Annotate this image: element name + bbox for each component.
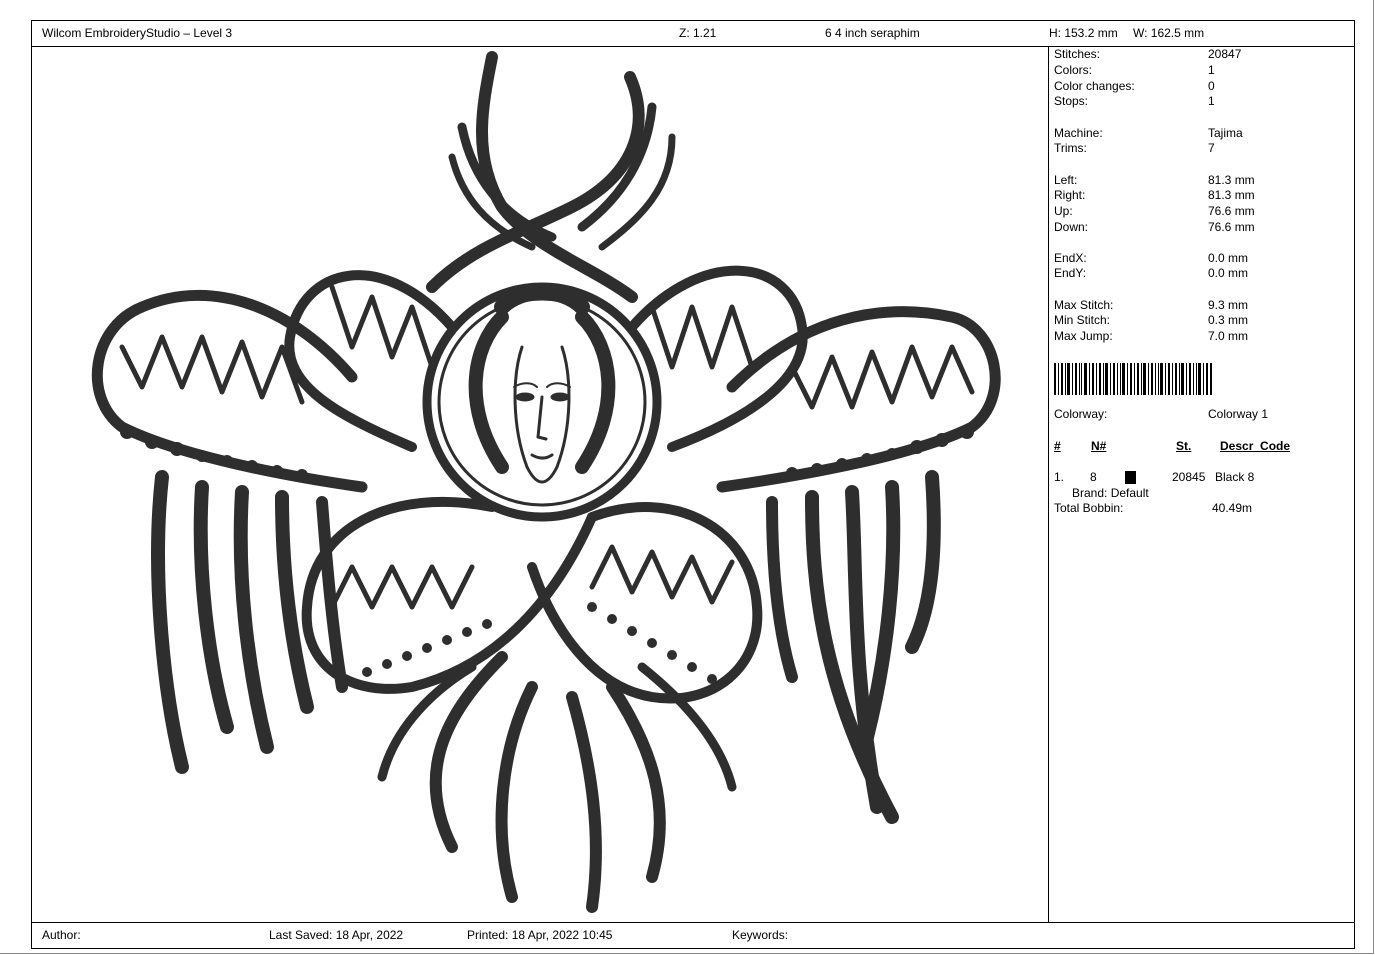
app-title: Wilcom EmbroideryStudio – Level 3 [42, 26, 233, 40]
color-table-header-needle: N# [1091, 439, 1107, 453]
author-label: Author: [42, 928, 81, 942]
stat-value-color-changes: 0 [1208, 79, 1215, 93]
stat-label-colors: Colors: [1054, 63, 1093, 77]
keywords-label: Keywords: [732, 928, 789, 942]
stat-label-max-jump: Max Jump: [1054, 329, 1113, 343]
stat-value-endx: 0.0 mm [1208, 251, 1249, 265]
stat-value-colors: 1 [1208, 63, 1215, 77]
color-table-header-index: # [1054, 439, 1061, 453]
last-saved: Last Saved: 18 Apr, 2022 [269, 928, 404, 942]
stat-label-left: Left: [1054, 173, 1078, 187]
worksheet: Wilcom EmbroideryStudio – Level 3 Z: 1.2… [31, 20, 1355, 949]
stat-label-trims: Trims: [1054, 141, 1087, 155]
stat-value-stops: 1 [1208, 94, 1215, 108]
total-bobbin-label: Total Bobbin: [1054, 501, 1124, 515]
color-row-description: Black 8 [1215, 470, 1255, 484]
design-info-panel: Stitches: 20847 Colors: 1 Color changes:… [1049, 47, 1354, 923]
stat-label-color-changes: Color changes: [1054, 79, 1135, 93]
color-table-header-description: Descr_Code [1220, 439, 1291, 453]
stat-label-down: Down: [1054, 220, 1089, 234]
stat-label-right: Right: [1054, 188, 1086, 202]
total-bobbin-value: 40.49m [1212, 501, 1253, 515]
color-row-brand: Brand: Default [1072, 486, 1149, 500]
stat-value-stitches: 20847 [1208, 47, 1242, 61]
zoom-level: Z: 1.21 [679, 26, 717, 40]
design-width: W: 162.5 mm [1133, 26, 1205, 40]
stat-value-trims: 7 [1208, 141, 1215, 155]
design-preview [32, 47, 1049, 923]
colorway-label: Colorway: [1054, 407, 1108, 421]
stat-value-up: 76.6 mm [1208, 204, 1255, 218]
stat-value-max-stitch: 9.3 mm [1208, 298, 1249, 312]
color-table-header-stitches: St. [1176, 439, 1192, 453]
stat-value-left: 81.3 mm [1208, 173, 1255, 187]
stat-value-max-jump: 7.0 mm [1208, 329, 1249, 343]
stat-label-stops: Stops: [1054, 94, 1089, 108]
stat-value-min-stitch: 0.3 mm [1208, 313, 1249, 327]
worksheet-header: Wilcom EmbroideryStudio – Level 3 Z: 1.2… [32, 21, 1354, 47]
stat-value-down: 76.6 mm [1208, 220, 1255, 234]
color-swatch [1125, 471, 1136, 484]
colorway-value: Colorway 1 [1208, 407, 1269, 421]
stat-label-endy: EndY: [1054, 266, 1087, 280]
stat-label-up: Up: [1054, 204, 1073, 218]
stat-label-machine: Machine: [1054, 126, 1103, 140]
stat-value-machine: Tajima [1208, 126, 1243, 140]
color-row-index: 1. [1054, 470, 1065, 484]
color-row-stitches: 20845 [1172, 470, 1206, 484]
color-row-needle: 8 [1090, 470, 1097, 484]
printed-date: Printed: 18 Apr, 2022 10:45 [467, 928, 613, 942]
stat-value-right: 81.3 mm [1208, 188, 1255, 202]
design-height: H: 153.2 mm [1049, 26, 1118, 40]
stat-label-stitches: Stitches: [1054, 47, 1101, 61]
barcode [1054, 363, 1212, 395]
worksheet-footer: Author: Last Saved: 18 Apr, 2022 Printed… [32, 922, 1354, 948]
stat-label-max-stitch: Max Stitch: [1054, 298, 1114, 312]
design-name: 6 4 inch seraphim [825, 26, 920, 40]
stat-label-endx: EndX: [1054, 251, 1087, 265]
stat-value-endy: 0.0 mm [1208, 266, 1249, 280]
stat-label-min-stitch: Min Stitch: [1054, 313, 1111, 327]
seraphim-embroidery-image [91, 51, 1001, 913]
